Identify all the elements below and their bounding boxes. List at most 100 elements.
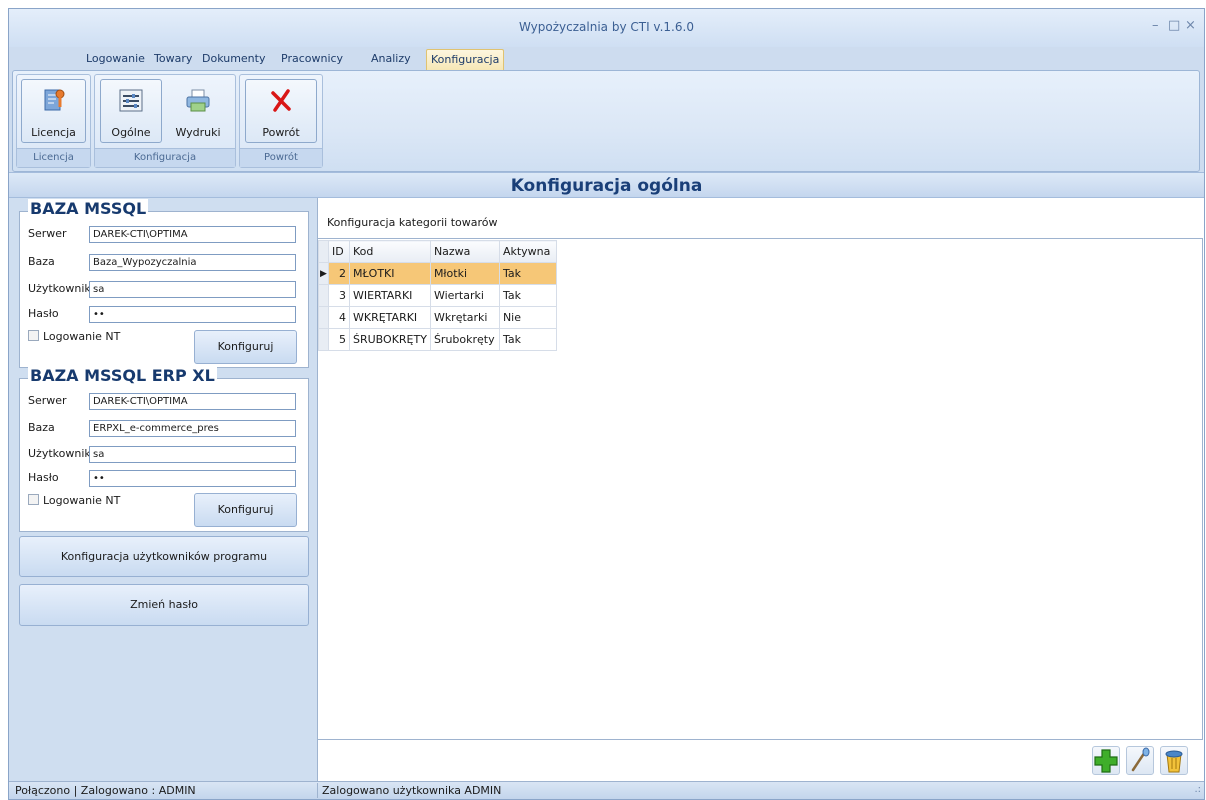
status-bar: Połączono | Zalogowano : ADMIN Zalogowan… — [9, 781, 1204, 799]
mssql-group-title: BAZA MSSQL — [28, 199, 149, 218]
tab-dokumenty[interactable]: Dokumenty — [198, 49, 269, 70]
cell-nazwa[interactable]: Wkrętarki — [429, 306, 500, 329]
close-x-icon — [271, 89, 291, 112]
erp-group-title: BAZA MSSQL ERP XL — [28, 366, 217, 385]
change-password-button[interactable]: Zmień hasło — [19, 584, 309, 626]
categories-table: ID Kod Nazwa Aktywna ▶ 2 MŁOTKI Młotki T… — [318, 240, 557, 351]
erp-server-input[interactable] — [89, 393, 296, 410]
page-title: Konfiguracja ogólna — [510, 176, 703, 196]
license-button-label: Licencja — [31, 126, 76, 139]
current-row-indicator-icon: ▶ — [318, 262, 329, 285]
erp-db-input[interactable] — [89, 420, 296, 437]
cell-nazwa[interactable]: Śrubokręty — [429, 328, 500, 351]
tab-analizy[interactable]: Analizy — [367, 49, 415, 70]
mssql-password-input[interactable] — [89, 306, 296, 323]
cell-aktywna[interactable]: Tak — [498, 284, 557, 307]
window-title: Wypożyczalnia by CTI v.1.6.0 — [519, 20, 694, 34]
app-window: Wypożyczalnia by CTI v.1.6.0 – □ × Logow… — [8, 8, 1205, 800]
printouts-button-label: Wydruki — [175, 126, 221, 139]
ribbon-group-konfiguracja: Ogólne Wydruki Konfiguracja — [94, 74, 236, 168]
license-icon — [44, 89, 64, 111]
edit-category-button[interactable] — [1126, 746, 1154, 775]
maximize-button[interactable]: □ — [1168, 18, 1180, 33]
ribbon-group-konfiguracja-label: Konfiguracja — [95, 148, 235, 167]
row-header[interactable] — [318, 284, 329, 307]
delete-category-button[interactable] — [1160, 746, 1188, 775]
close-button[interactable]: × — [1185, 18, 1196, 33]
printouts-button[interactable]: Wydruki — [166, 79, 230, 143]
mssql-db-group: BAZA MSSQL Serwer Baza Użytkownik Hasło … — [19, 199, 309, 368]
erp-password-input[interactable] — [89, 470, 296, 487]
column-header-id[interactable]: ID — [328, 240, 350, 263]
mssql-user-input[interactable] — [89, 281, 296, 298]
mssql-nt-login-checkbox[interactable]: Logowanie NT — [28, 330, 120, 343]
license-button[interactable]: Licencja — [21, 79, 86, 143]
tab-towary[interactable]: Towary — [150, 49, 196, 70]
return-button[interactable]: Powrót — [245, 79, 317, 143]
erp-nt-login-checkbox[interactable]: Logowanie NT — [28, 494, 120, 507]
mssql-nt-login-checkbox-box[interactable] — [28, 330, 39, 341]
cell-id[interactable]: 5 — [328, 328, 350, 351]
cell-kod[interactable]: MŁOTKI — [349, 262, 431, 285]
cell-aktywna[interactable]: Nie — [498, 306, 557, 329]
erp-user-input[interactable] — [89, 446, 296, 463]
cell-nazwa[interactable]: Wiertarki — [429, 284, 500, 307]
cell-id[interactable]: 3 — [328, 284, 350, 307]
printer-icon — [186, 89, 210, 112]
resize-grip-icon[interactable]: .: — [1194, 784, 1201, 795]
cell-kod[interactable]: ŚRUBOKRĘTY — [349, 328, 431, 351]
add-category-button[interactable] — [1092, 746, 1120, 775]
table-row[interactable]: ▶ 2 MŁOTKI Młotki Tak — [318, 262, 557, 285]
ribbon-group-powrot-label: Powrót — [240, 148, 322, 167]
row-header[interactable] — [318, 306, 329, 329]
settings-sliders-icon — [119, 89, 143, 112]
minimize-button[interactable]: – — [1152, 18, 1159, 33]
delete-trash-icon — [1165, 750, 1183, 773]
tab-pracownicy[interactable]: Pracownicy — [277, 49, 347, 70]
status-divider — [317, 783, 318, 798]
general-settings-button[interactable]: Ogólne — [100, 79, 162, 143]
ribbon-group-licencja-label: Licencja — [17, 148, 90, 167]
menu-tab-bar: Logowanie Towary Dokumenty Pracownicy An… — [9, 49, 1204, 71]
erp-user-label: Użytkownik — [28, 447, 91, 460]
cell-kod[interactable]: WIERTARKI — [349, 284, 431, 307]
cell-aktywna[interactable]: Tak — [498, 328, 557, 351]
cell-kod[interactable]: WKRĘTARKI — [349, 306, 431, 329]
cell-nazwa[interactable]: Młotki — [429, 262, 500, 285]
general-settings-button-label: Ogólne — [111, 126, 151, 139]
mssql-db-input[interactable] — [89, 254, 296, 271]
erp-db-group: BAZA MSSQL ERP XL Serwer Baza Użytkownik… — [19, 366, 309, 532]
tab-logowanie[interactable]: Logowanie — [82, 49, 149, 70]
mssql-server-input[interactable] — [89, 226, 296, 243]
table-row[interactable]: 3 WIERTARKI Wiertarki Tak — [318, 284, 557, 307]
cell-aktywna[interactable]: Tak — [498, 262, 557, 285]
mssql-server-label: Serwer — [28, 227, 67, 240]
column-header-kod[interactable]: Kod — [349, 240, 431, 263]
row-header[interactable] — [318, 328, 329, 351]
erp-nt-login-checkbox-box[interactable] — [28, 494, 39, 505]
mssql-nt-login-label: Logowanie NT — [43, 330, 121, 343]
left-panel: BAZA MSSQL Serwer Baza Użytkownik Hasło … — [9, 198, 317, 781]
table-row[interactable]: 5 ŚRUBOKRĘTY Śrubokręty Tak — [318, 328, 557, 351]
table-row[interactable]: 4 WKRĘTARKI Wkrętarki Nie — [318, 306, 557, 329]
right-panel: Konfiguracja kategorii towarów ID Kod Na… — [317, 198, 1204, 781]
return-button-label: Powrót — [262, 126, 300, 139]
cell-id[interactable]: 2 — [328, 262, 350, 285]
categories-grid: ID Kod Nazwa Aktywna ▶ 2 MŁOTKI Młotki T… — [318, 238, 1203, 740]
erp-nt-login-label: Logowanie NT — [43, 494, 121, 507]
title-bar: Wypożyczalnia by CTI v.1.6.0 – □ × — [9, 9, 1204, 47]
ribbon: Licencja Licencja Ogólne Wydruki Konfigu… — [12, 70, 1200, 172]
column-header-aktywna[interactable]: Aktywna — [498, 240, 557, 263]
mssql-db-label: Baza — [28, 255, 55, 268]
erp-configure-button[interactable]: Konfiguruj — [194, 493, 297, 527]
connection-status: Połączono | Zalogowano : ADMIN — [15, 784, 196, 797]
column-header-nazwa[interactable]: Nazwa — [429, 240, 500, 263]
tab-konfiguracja[interactable]: Konfiguracja — [426, 49, 505, 70]
erp-db-label: Baza — [28, 421, 55, 434]
mssql-configure-button[interactable]: Konfiguruj — [194, 330, 297, 364]
erp-password-label: Hasło — [28, 471, 59, 484]
users-config-button[interactable]: Konfiguracja użytkowników programu — [19, 536, 309, 577]
mssql-user-label: Użytkownik — [28, 282, 91, 295]
cell-id[interactable]: 4 — [328, 306, 350, 329]
ribbon-group-powrot: Powrót Powrót — [239, 74, 323, 168]
